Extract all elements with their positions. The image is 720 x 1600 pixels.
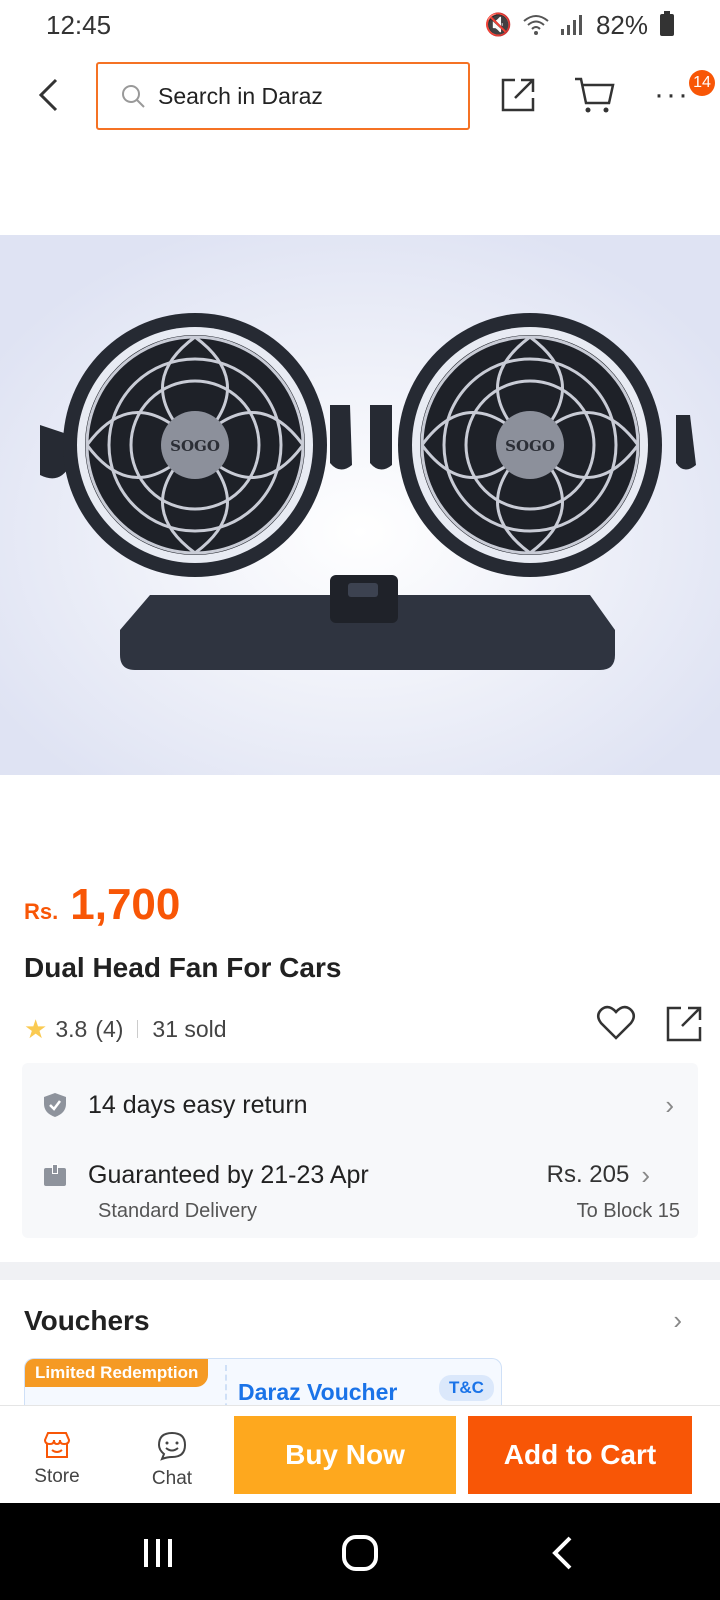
fan-brand-left: SOGO	[170, 437, 220, 455]
chevron-right-icon: ›	[665, 1089, 674, 1120]
rating-value[interactable]: 3.8	[55, 1016, 87, 1043]
product-price: Rs. 1,700	[24, 880, 180, 930]
home-button[interactable]	[338, 1531, 382, 1575]
delivery-box-icon	[44, 1164, 66, 1186]
chat-label: Chat	[151, 1468, 193, 1489]
shield-check-icon	[44, 1093, 66, 1117]
return-text: 14 days easy return	[88, 1090, 308, 1119]
recent-apps-icon	[144, 1539, 172, 1567]
notification-badge: 14	[689, 70, 715, 96]
star-icon: ★	[24, 1013, 48, 1044]
battery-percent: 82%	[595, 9, 648, 40]
price-amount: 1,700	[70, 880, 181, 929]
product-image[interactable]: SOGO SOGO	[0, 235, 720, 775]
back-arrow-icon	[552, 1536, 572, 1570]
recent-apps-button[interactable]	[136, 1531, 180, 1575]
dual-fan-illustration: SOGO SOGO	[0, 235, 720, 775]
return-policy-row[interactable]: 14 days easy return ›	[22, 1085, 698, 1125]
rating-separator	[137, 1020, 139, 1038]
header: Search in Daraz ··· 14	[0, 55, 720, 135]
voucher-name: Daraz Voucher	[238, 1379, 398, 1405]
search-input[interactable]: Search in Daraz	[96, 62, 470, 130]
more-menu-button[interactable]: ···	[650, 73, 694, 117]
delivery-location: To Block 15	[576, 1200, 680, 1222]
share-icon	[501, 78, 535, 112]
status-right: 🔇 82%	[485, 10, 674, 41]
fan-brand-right: SOGO	[505, 437, 555, 455]
product-title: Dual Head Fan For Cars	[24, 952, 342, 983]
share-button[interactable]	[496, 73, 540, 117]
delivery-fee[interactable]: Rs. 205 ›	[547, 1155, 650, 1195]
search-placeholder: Search in Daraz	[158, 82, 323, 109]
delivery-fee-value: Rs. 205	[546, 1161, 630, 1188]
android-nav-bar	[0, 1503, 720, 1600]
product-actions	[596, 1004, 704, 1044]
home-icon	[342, 1535, 378, 1571]
service-info-card: 14 days easy return › Guaranteed by 21-2…	[22, 1063, 698, 1238]
battery-icon	[660, 11, 674, 36]
mute-icon: 🔇	[484, 12, 512, 37]
cart-icon	[575, 77, 615, 113]
store-icon	[43, 1432, 71, 1458]
chat-button[interactable]: Chat	[132, 1430, 212, 1490]
chevron-right-icon: ›	[641, 1159, 650, 1190]
store-button[interactable]: Store	[17, 1430, 97, 1488]
android-back-button[interactable]	[540, 1531, 584, 1575]
price-currency: Rs.	[24, 899, 59, 924]
back-button[interactable]	[28, 75, 68, 115]
tc-badge[interactable]: T&C	[439, 1375, 494, 1401]
cart-button[interactable]	[572, 73, 616, 117]
sold-count: 31 sold	[152, 1015, 227, 1042]
rating-row: ★ 3.8 (4) 31 sold	[24, 1005, 704, 1048]
signal-icon	[560, 15, 582, 35]
delivery-type: Standard Delivery	[98, 1200, 257, 1222]
status-icons: 🔇	[485, 12, 584, 38]
buy-now-button[interactable]: Buy Now	[234, 1416, 456, 1494]
chevron-left-icon	[38, 78, 58, 112]
review-count[interactable]: (4)	[95, 1016, 123, 1043]
vouchers-title: Vouchers	[24, 1305, 150, 1336]
status-time: 12:45	[46, 9, 112, 40]
limited-redemption-tag: Limited Redemption	[25, 1359, 209, 1387]
bottom-action-bar: Store Chat Buy Now Add to Cart	[0, 1405, 720, 1503]
heart-icon[interactable]	[596, 1004, 636, 1042]
search-icon	[122, 85, 145, 108]
share-icon[interactable]	[664, 1004, 704, 1044]
vouchers-chevron-icon[interactable]: ›	[673, 1305, 682, 1336]
delivery-text: Guaranteed by 21-23 Apr	[88, 1160, 369, 1189]
add-to-cart-button[interactable]: Add to Cart	[468, 1416, 692, 1494]
section-divider	[0, 1262, 720, 1280]
status-bar: 12:45 🔇 82%	[0, 0, 720, 50]
store-label: Store	[34, 1466, 80, 1487]
wifi-icon	[523, 15, 549, 35]
chat-icon	[157, 1431, 187, 1461]
